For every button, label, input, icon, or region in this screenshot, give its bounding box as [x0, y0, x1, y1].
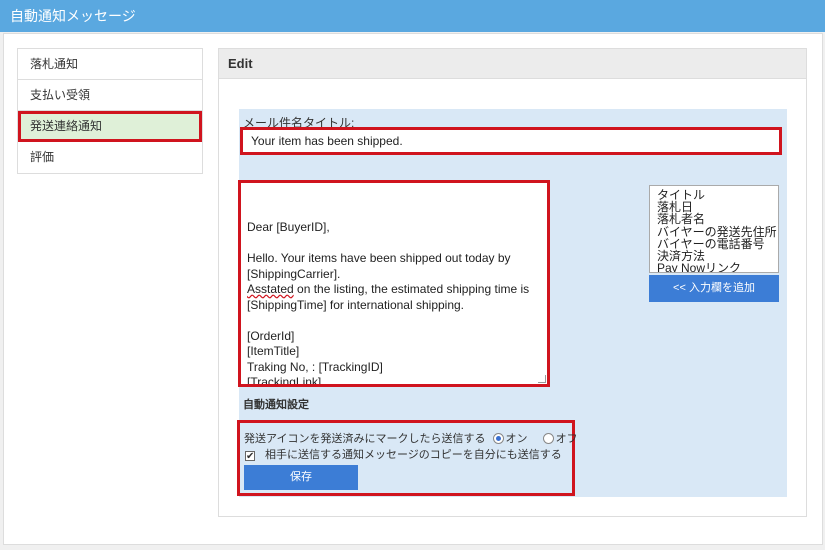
message-body-line: [ItemTitle] — [247, 344, 300, 358]
sidebar-item-shipping-notice[interactable]: 発送連絡通知 — [18, 111, 202, 142]
message-body-text: Dear [BuyerID], Hello. Your items have be… — [247, 220, 541, 387]
copy-to-self-row: ✔ 相手に送信する通知メッセージのコピーを自分にも送信する — [245, 446, 562, 462]
send-on-mark-label: 発送アイコンを発送済みにマークしたら送信する — [244, 433, 486, 445]
list-option[interactable]: 落札者名 — [657, 213, 778, 225]
radio-off-label[interactable]: オフ — [556, 433, 578, 445]
message-body-line — [247, 236, 541, 252]
radio-on-label[interactable]: オン — [506, 433, 528, 445]
sidebar-item-label: 発送連絡通知 — [30, 119, 103, 133]
message-body-line: [ShippingCarrier]. — [247, 266, 341, 281]
message-body-line: Asstated on the listing, the estimated s… — [247, 282, 530, 296]
sidebar-item-winning-bid[interactable]: 落札通知 — [18, 49, 202, 80]
save-button[interactable]: 保存 — [244, 465, 358, 490]
message-body-line: [TrackingLink] — [247, 375, 322, 387]
radio-on[interactable] — [492, 433, 504, 444]
resize-handle[interactable] — [538, 375, 546, 383]
subject-input[interactable]: Your item has been shipped. — [240, 127, 782, 155]
list-option[interactable]: バイヤーの発送先住所 — [657, 225, 778, 237]
sidebar: 落札通知 支払い受領 発送連絡通知 評価 — [17, 48, 203, 174]
message-body-line — [247, 313, 541, 329]
sidebar-item-payment-received[interactable]: 支払い受領 — [18, 80, 202, 111]
message-body-line: [ShippingTime] for international shippin… — [247, 297, 465, 312]
copy-to-self-label[interactable]: 相手に送信する通知メッセージのコピーを自分にも送信する — [265, 449, 562, 461]
message-body-line: Hello. Your items have been shipped out … — [247, 251, 511, 265]
sidebar-item-label: 落札通知 — [30, 57, 79, 71]
add-field-button[interactable]: << 入力欄を追加 — [649, 275, 779, 302]
auto-notify-settings: 発送アイコンを発送済みにマークしたら送信する オン オフ ✔ 相手に送信する通知メ… — [237, 420, 578, 496]
sidebar-item-label: 支払い受領 — [30, 88, 91, 102]
sidebar-item-label: 評価 — [30, 150, 55, 164]
copy-to-self-checkbox[interactable]: ✔ — [245, 451, 255, 462]
message-body-line: Traking No, : [TrackingID] — [247, 359, 383, 374]
app-title: 自動通知メッセージ — [10, 8, 136, 24]
app-header: 自動通知メッセージ — [0, 0, 825, 32]
sidebar-item-feedback[interactable]: 評価 — [18, 142, 202, 173]
radio-off[interactable] — [542, 433, 554, 444]
message-body-textarea[interactable]: Dear [BuyerID], Hello. Your items have be… — [238, 180, 550, 387]
list-option[interactable]: Pay Nowリンク — [657, 262, 778, 272]
send-on-mark-row: 発送アイコンを発送済みにマークしたら送信する オン オフ — [244, 430, 578, 446]
panel-title: Edit — [219, 49, 806, 79]
message-body-line: Dear [BuyerID], — [247, 220, 330, 234]
message-body-line: [OrderId] — [247, 328, 295, 343]
placeholder-field-list[interactable]: タイトル 落札日 落札者名 バイヤーの発送先住所 バイヤーの電話番号 決済方法 … — [649, 185, 779, 273]
auto-notify-title: 自動通知設定 — [243, 399, 309, 411]
